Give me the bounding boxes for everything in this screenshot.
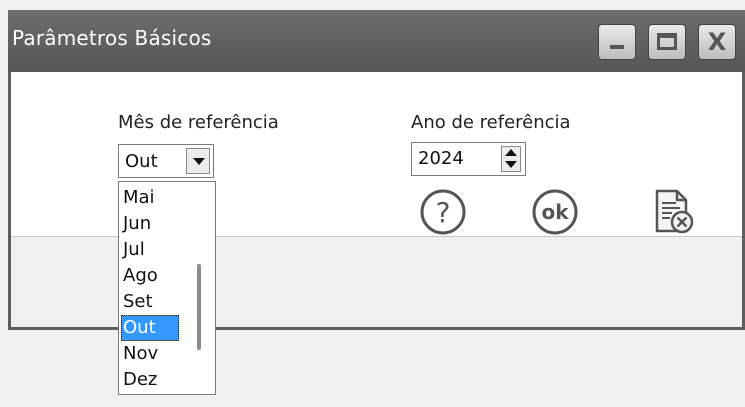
help-button[interactable]: ? [418,187,468,237]
month-label: Mês de referência [118,112,279,133]
spinner-buttons[interactable] [501,146,521,172]
close-icon: X [707,28,727,56]
list-item[interactable]: Set [121,289,179,315]
document-cancel-icon [655,189,694,234]
ok-icon: ok [532,189,578,235]
list-item[interactable]: Dez [121,367,179,393]
maximize-icon [657,33,677,50]
title-bar[interactable]: Parâmetros Básicos X [8,10,745,72]
list-item-selected[interactable]: Out [121,315,179,341]
year-spinner[interactable]: 2024 [411,142,526,176]
question-mark-icon: ? [420,189,466,235]
month-select[interactable]: Out [118,144,214,178]
list-item[interactable]: Jun [121,211,179,237]
list-item[interactable]: Jul [121,237,179,263]
spin-up-icon[interactable] [505,149,517,156]
dropdown-scrollbar[interactable] [197,264,201,350]
list-item[interactable]: Mai [121,185,179,211]
minimize-icon [610,45,624,49]
list-item[interactable]: Nov [121,341,179,367]
ok-button[interactable]: ok [530,187,580,237]
ok-glyph: ok [541,200,569,224]
year-label: Ano de referência [411,112,571,133]
window-title: Parâmetros Básicos [12,26,212,50]
maximize-button[interactable] [648,24,686,60]
list-item[interactable]: Ago [121,263,179,289]
cancel-button[interactable] [648,187,698,237]
chevron-down-icon[interactable] [186,148,210,174]
close-button[interactable]: X [698,24,736,60]
month-select-value: Out [125,151,158,172]
spin-down-icon[interactable] [505,161,517,168]
help-glyph: ? [436,196,451,229]
minimize-button[interactable] [598,24,636,60]
year-spinner-value: 2024 [418,148,464,169]
month-dropdown-list[interactable]: Mai Jun Jul Ago Set Out Nov Dez [118,181,216,395]
